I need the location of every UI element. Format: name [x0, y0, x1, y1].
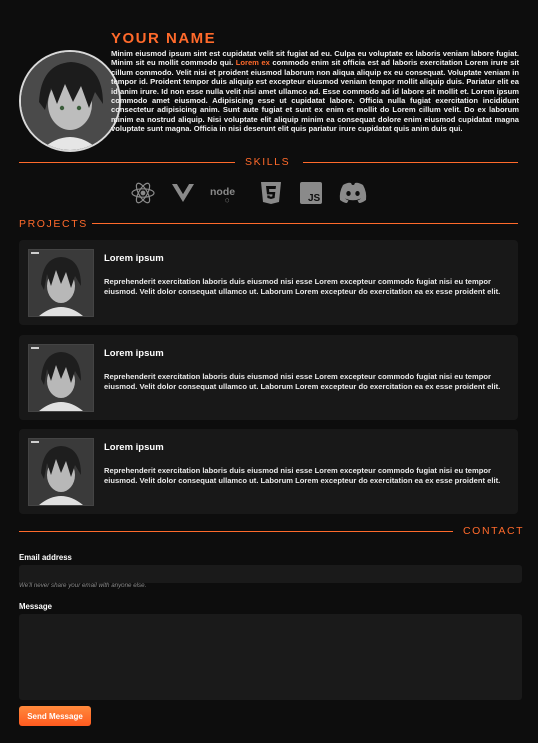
project-card[interactable]: Lorem ipsum Reprehenderit exercitation l…	[19, 335, 518, 420]
skills-divider-right	[303, 162, 518, 163]
contact-divider	[19, 531, 453, 532]
projects-divider	[92, 223, 518, 224]
profile-avatar	[19, 50, 121, 152]
skills-list: node ⬡ JS	[130, 180, 368, 206]
project-thumbnail	[28, 249, 94, 317]
projects-title: PROJECTS	[19, 218, 88, 230]
skills-divider-left	[19, 162, 235, 163]
message-field[interactable]	[19, 614, 522, 700]
profile-bio: Minim eiusmod ipsum sint est cupidatat v…	[111, 49, 519, 134]
project-description: Reprehenderit exercitation laboris duis …	[104, 372, 501, 391]
email-label: Email address	[19, 553, 72, 562]
message-label: Message	[19, 602, 52, 611]
js-icon: JS	[298, 180, 324, 206]
bio-text-2: commodo enim sit officia est ad laboris …	[111, 58, 519, 134]
bio-highlight: Lorem ex	[235, 58, 270, 68]
project-title: Lorem ipsum	[104, 253, 164, 264]
html5-icon	[258, 180, 284, 206]
send-message-button[interactable]: Send Message	[19, 706, 91, 726]
email-hint: We'll never share your email with anyone…	[19, 582, 147, 589]
svg-text:⬡: ⬡	[225, 198, 229, 203]
svg-text:JS: JS	[308, 193, 321, 204]
project-card[interactable]: Lorem ipsum Reprehenderit exercitation l…	[19, 240, 518, 325]
node-icon: node ⬡	[210, 180, 244, 206]
discord-icon	[338, 180, 368, 206]
project-thumbnail	[28, 344, 94, 412]
contact-title: CONTACT	[463, 525, 525, 537]
project-title: Lorem ipsum	[104, 348, 164, 359]
project-card[interactable]: Lorem ipsum Reprehenderit exercitation l…	[19, 429, 518, 514]
react-icon	[130, 180, 156, 206]
vue-icon	[170, 180, 196, 206]
project-title: Lorem ipsum	[104, 442, 164, 453]
email-field[interactable]	[19, 565, 522, 583]
project-thumbnail	[28, 438, 94, 506]
svg-text:node: node	[210, 186, 235, 198]
profile-name: YOUR NAME	[111, 30, 217, 47]
skills-title: SKILLS	[245, 156, 291, 168]
project-description: Reprehenderit exercitation laboris duis …	[104, 466, 501, 485]
project-description: Reprehenderit exercitation laboris duis …	[104, 277, 501, 296]
